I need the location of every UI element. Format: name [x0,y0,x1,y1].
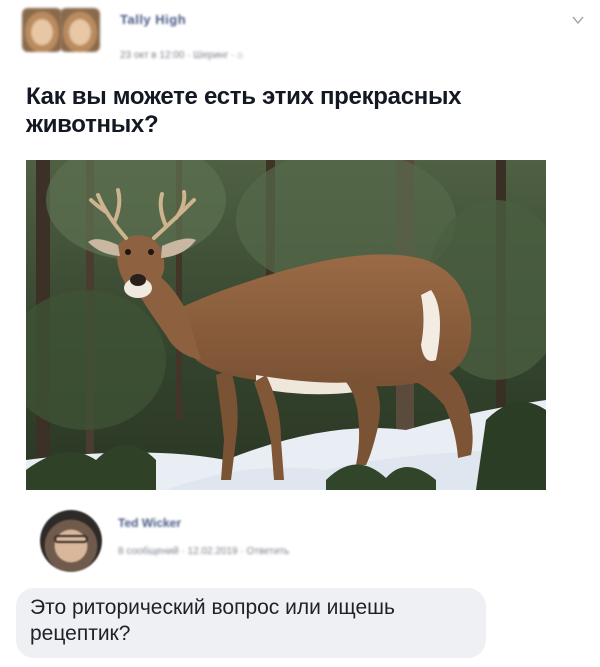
post-meta: 23 окт в 12:00 · Шеринг · ⌂ [120,50,244,61]
post-text: Как вы можете есть этих прекрасных живот… [26,83,462,138]
post-header: Tally High 23 окт в 12:00 · Шеринг · ⌂ [0,0,600,80]
avatar-face [60,8,100,52]
post: Tally High 23 окт в 12:00 · Шеринг · ⌂ К… [0,0,600,500]
comment-meta: 8 сообщений · 12.02.2019 · Ответить [118,546,290,557]
chevron-down-icon[interactable] [570,12,586,28]
comment: Ted Wicker 8 сообщений · 12.02.2019 · От… [0,500,600,667]
author-avatar[interactable] [22,8,102,52]
commenter-avatar[interactable] [40,510,102,572]
deer-photo-image [26,160,546,490]
avatar-face [22,8,62,52]
commenter-name[interactable]: Ted Wicker [118,516,181,530]
author-name[interactable]: Tally High [120,12,186,27]
deer-photo[interactable] [26,160,546,490]
comment-text: Это риторический вопрос или ищешь рецепт… [30,596,395,645]
avatar-glasses [54,535,88,543]
